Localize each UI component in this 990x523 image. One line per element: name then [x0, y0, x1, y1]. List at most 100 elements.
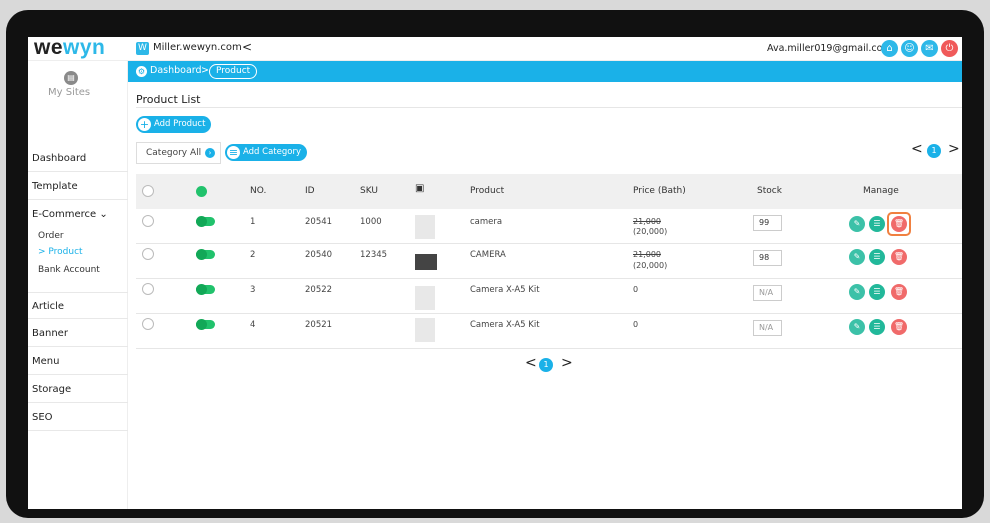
table-header: NO. ID SKU ▣ Product Price (Bath) Stock … [136, 174, 962, 209]
product-thumbnail[interactable] [415, 215, 435, 239]
trash-icon[interactable]: 🗑 [891, 249, 907, 265]
toggle-knob [196, 319, 207, 330]
sidebar-item-template[interactable]: Template [28, 173, 128, 200]
sidebar-item-ecommerce[interactable]: E-Commerce ⌄ [28, 201, 128, 228]
row-id: 20521 [305, 320, 333, 330]
divider [136, 107, 962, 108]
my-sites-label[interactable]: My Sites [48, 87, 90, 98]
view-icon[interactable]: ☰ [869, 319, 885, 335]
row-id: 20541 [305, 217, 333, 227]
breadcrumb-product[interactable]: Product [209, 64, 258, 79]
logo[interactable]: wewyn [34, 37, 105, 59]
status-header-dot [196, 186, 207, 197]
sidebar-item-banner[interactable]: Banner [28, 320, 128, 347]
prev-page-icon-bottom[interactable]: < [525, 355, 537, 371]
add-product-button[interactable]: + Add Product [136, 116, 212, 133]
logo-text: we [34, 37, 64, 59]
my-sites-icon[interactable]: ▤ [64, 71, 78, 85]
add-category-icon: ≡ [227, 146, 240, 159]
site-name[interactable]: Miller.wewyn.com [153, 42, 242, 53]
user-icon[interactable]: ☺ [901, 40, 918, 57]
col-no: NO. [250, 186, 267, 196]
row-radio[interactable] [142, 215, 154, 227]
view-icon[interactable]: ☰ [869, 216, 885, 232]
edit-icon[interactable]: ✎ [849, 216, 865, 232]
sidebar-item-storage[interactable]: Storage [28, 376, 128, 403]
sidebar-item-dashboard[interactable]: Dashboard [28, 145, 128, 172]
row-product[interactable]: Camera X-A5 Kit [470, 285, 540, 295]
row-radio[interactable] [142, 283, 154, 295]
table-row: 1 20541 1000 camera 21,000 (20,000) 99 ✎… [136, 209, 962, 244]
table-row: 3 20522 Camera X-A5 Kit 0 N/A ✎ ☰ 🗑 [136, 279, 962, 314]
view-icon[interactable]: ☰ [869, 284, 885, 300]
category-label: Category All [146, 148, 202, 158]
stock-input[interactable]: 99 [753, 215, 782, 231]
message-icon[interactable]: ✉ [921, 40, 938, 57]
status-toggle[interactable] [196, 284, 215, 295]
category-select[interactable]: Category All › [136, 142, 221, 164]
price-sale: (20,000) [633, 261, 668, 270]
edit-icon[interactable]: ✎ [849, 319, 865, 335]
col-id: ID [305, 186, 315, 196]
trash-icon[interactable]: 🗑 [891, 284, 907, 300]
status-toggle[interactable] [196, 319, 215, 330]
row-radio[interactable] [142, 318, 154, 330]
breadcrumb-dashboard[interactable]: Dashboard [150, 65, 202, 76]
row-no: 4 [250, 320, 256, 330]
row-no: 1 [250, 217, 256, 227]
row-product[interactable]: Camera X-A5 Kit [470, 320, 540, 330]
price-sale: 0 [633, 320, 639, 329]
row-no: 3 [250, 285, 256, 295]
row-product[interactable]: CAMERA [470, 250, 506, 260]
product-thumbnail[interactable] [415, 254, 437, 270]
breadcrumb: ⚙ Dashboard > Product [128, 61, 962, 82]
sidebar-item-order[interactable]: Order [38, 231, 64, 241]
stock-input[interactable]: 98 [753, 250, 782, 266]
row-id: 20522 [305, 285, 333, 295]
select-all-radio[interactable] [142, 185, 154, 197]
page-number-bottom[interactable]: 1 [539, 358, 553, 372]
edit-icon[interactable]: ✎ [849, 284, 865, 300]
gear-icon[interactable]: ⚙ [136, 66, 147, 77]
breadcrumb-separator: > [201, 65, 209, 76]
row-radio[interactable] [142, 248, 154, 260]
collapse-icon[interactable]: < [242, 40, 252, 54]
table-row: 4 20521 Camera X-A5 Kit 0 N/A ✎ ☰ 🗑 [136, 314, 962, 349]
status-toggle[interactable] [196, 249, 215, 260]
product-thumbnail[interactable] [415, 318, 435, 342]
prev-page-icon[interactable]: < [911, 141, 923, 157]
toggle-knob [196, 284, 207, 295]
add-category-label: Add Category [243, 147, 301, 157]
power-icon[interactable]: ⏻ [941, 40, 958, 57]
sidebar-item-seo[interactable]: SEO [28, 404, 128, 431]
sidebar-item-menu[interactable]: Menu [28, 348, 128, 375]
stock-input[interactable]: N/A [753, 320, 782, 336]
product-thumbnail[interactable] [415, 286, 435, 310]
price-original: 21,000 [633, 250, 661, 259]
view-icon[interactable]: ☰ [869, 249, 885, 265]
status-toggle[interactable] [196, 216, 215, 227]
row-sku: 12345 [360, 250, 388, 260]
device-frame: wewyn W Miller.wewyn.com < Ava.miller019… [6, 10, 984, 518]
page-title: Product List [136, 93, 201, 106]
sidebar-item-article[interactable]: Article [28, 292, 128, 319]
sidebar-item-bank-account[interactable]: Bank Account [38, 265, 100, 275]
plus-icon: + [138, 118, 151, 131]
chevron-down-icon: › [205, 148, 215, 158]
sidebar-item-product[interactable]: > Product [38, 247, 83, 257]
site-icon: W [136, 42, 149, 55]
trash-icon[interactable]: 🗑 [891, 216, 907, 232]
next-page-icon-bottom[interactable]: > [561, 355, 573, 371]
row-sku: 1000 [360, 217, 382, 227]
col-product: Product [470, 186, 505, 196]
next-page-icon[interactable]: > [948, 141, 960, 157]
edit-icon[interactable]: ✎ [849, 249, 865, 265]
col-sku: SKU [360, 186, 378, 196]
home-icon[interactable]: ⌂ [881, 40, 898, 57]
add-category-button[interactable]: ≡ Add Category [225, 144, 307, 161]
stock-input[interactable]: N/A [753, 285, 782, 301]
page-number[interactable]: 1 [927, 144, 941, 158]
trash-icon[interactable]: 🗑 [891, 319, 907, 335]
row-product[interactable]: camera [470, 217, 502, 227]
price-sale: (20,000) [633, 227, 668, 236]
